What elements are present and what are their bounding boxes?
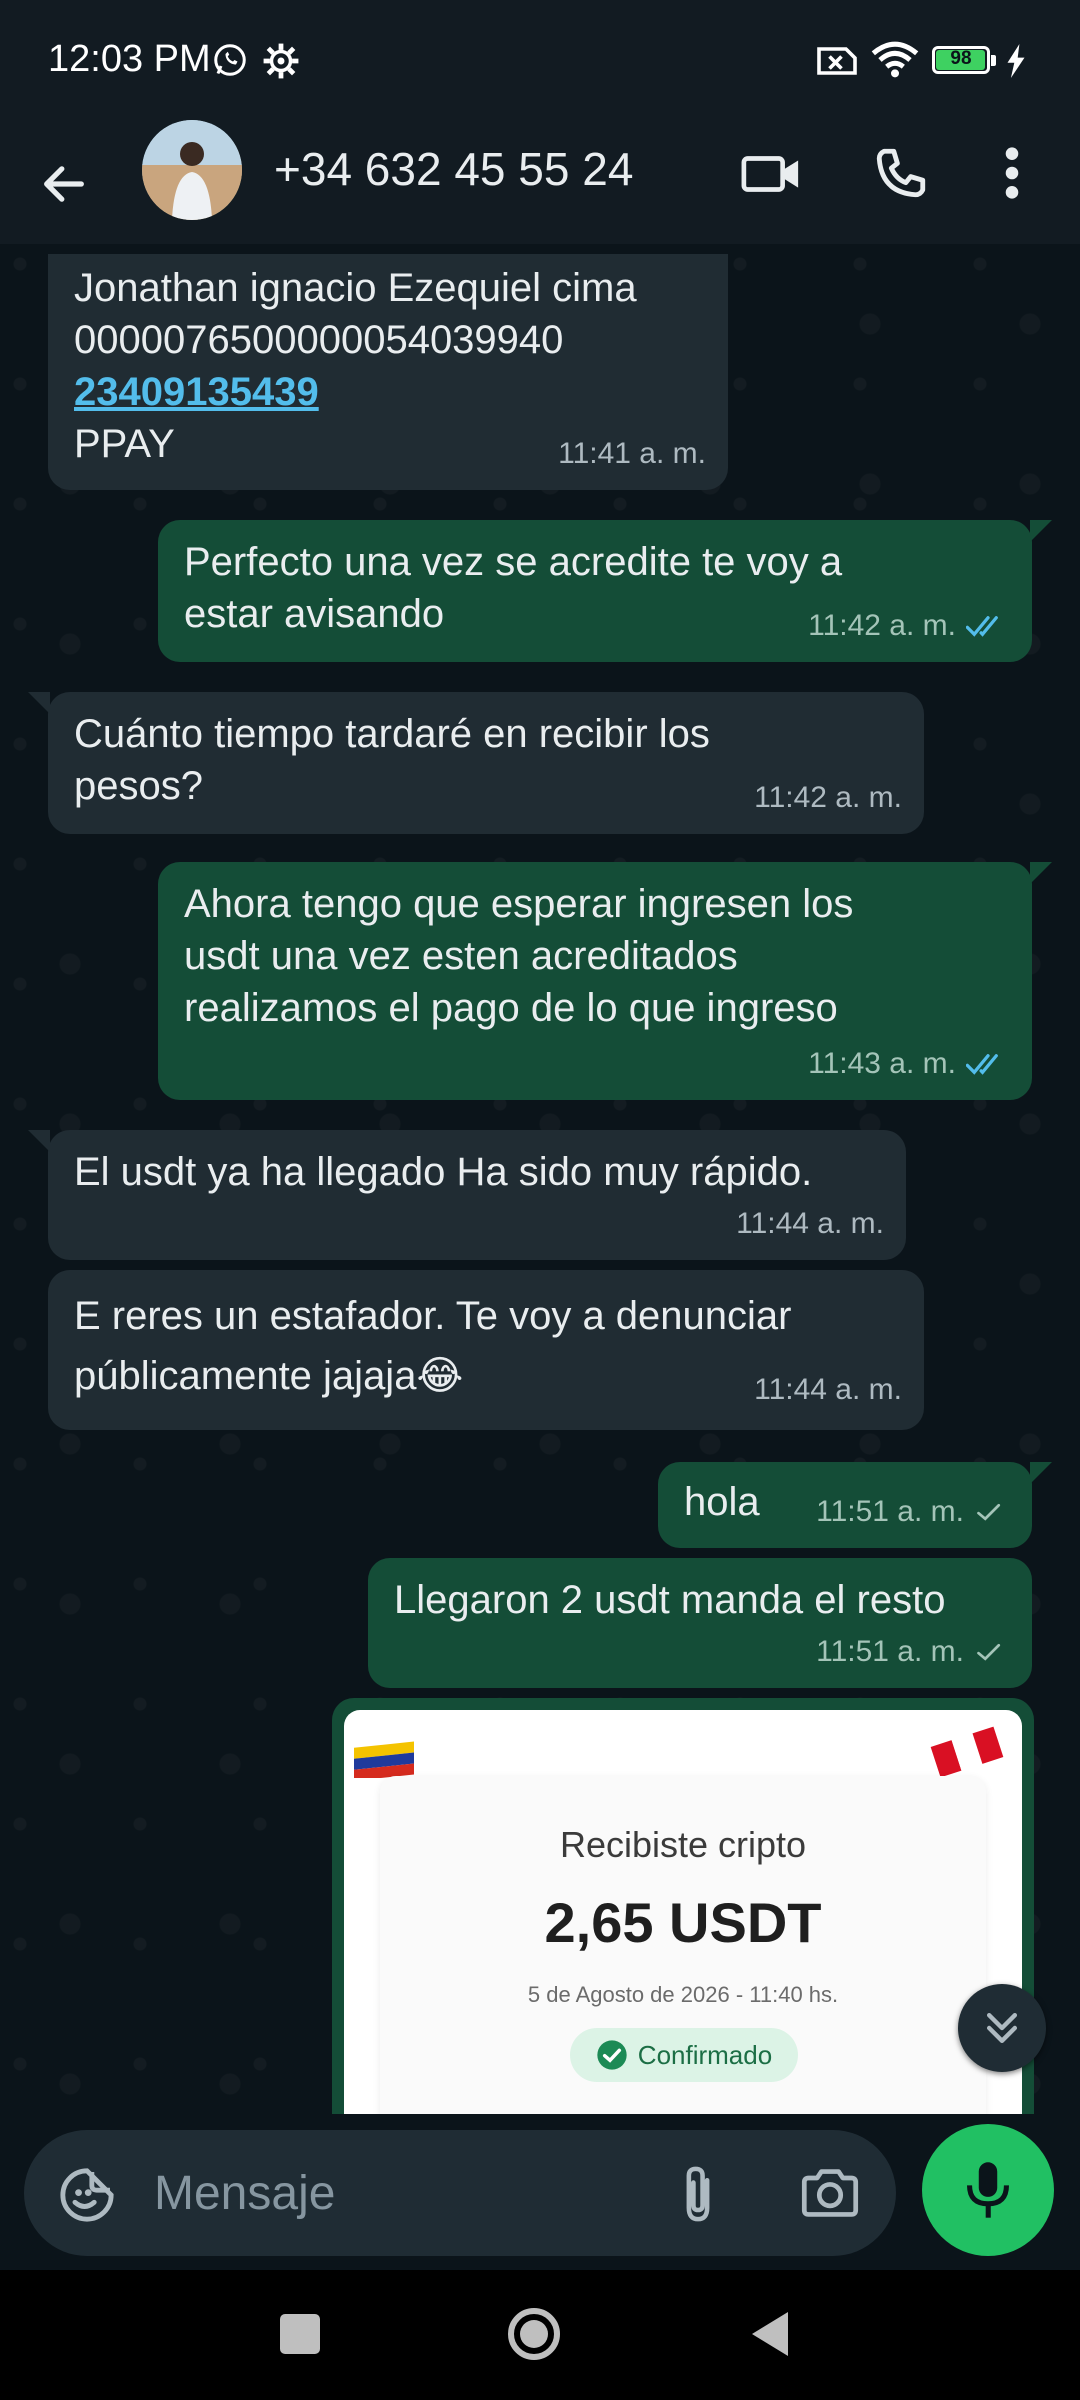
receipt-image[interactable]: Recibiste cripto 2,65 USDT 5 de Agosto d… <box>344 1710 1022 2114</box>
message-text: 0000076500000054039940 <box>74 318 564 362</box>
message-outgoing[interactable]: Llegaron 2 usdt manda el resto 11:51 a. … <box>368 1558 1032 1688</box>
venezuela-flag-icon <box>354 1741 414 1778</box>
chat-header: +34 632 45 55 24 <box>0 120 1080 244</box>
message-text: Jonathan ignacio Ezequiel cima <box>74 266 637 310</box>
more-vert-icon[interactable] <box>1002 144 1022 202</box>
message-text: Perfecto una vez se acredite te voy a es… <box>184 540 843 636</box>
phone-icon[interactable] <box>872 144 930 202</box>
message-outgoing[interactable]: Perfecto una vez se acredite te voy a es… <box>158 520 1032 662</box>
whatsapp-icon <box>214 44 246 76</box>
double-check-icon <box>966 1054 998 1075</box>
message-text: Ahora tengo que esperar ingresen los usd… <box>184 882 854 1030</box>
message-link[interactable]: 23409135439 <box>74 370 319 414</box>
attach-icon[interactable] <box>676 2162 720 2226</box>
bubble-tail <box>28 692 50 714</box>
status-badge: Confirmado <box>570 2028 798 2082</box>
camera-icon[interactable] <box>800 2166 860 2220</box>
status-badge-label: Confirmado <box>637 2039 773 2070</box>
avatar[interactable] <box>142 120 242 220</box>
message-time: 11:42 a. m. <box>808 609 956 642</box>
wifi-icon <box>871 41 919 78</box>
message-meta: 11:51 a. m. <box>816 1626 1010 1678</box>
gear-icon <box>263 43 299 79</box>
battery-level: 98 <box>950 48 972 69</box>
message-time: 11:42 a. m. <box>754 781 902 814</box>
bubble-tail <box>1030 862 1052 884</box>
message-meta: 11:42 a. m. <box>808 600 1010 652</box>
message-meta: 11:51 a. m. <box>816 1486 1010 1538</box>
message-text: El usdt ya ha llegado Ha sido muy rápido… <box>74 1150 813 1194</box>
contact-name[interactable]: +34 632 45 55 24 <box>274 142 633 196</box>
receipt-title: Recibiste cripto <box>559 1824 807 1865</box>
bubble-tail <box>1030 1462 1052 1484</box>
message-incoming[interactable]: El usdt ya ha llegado Ha sido muy rápido… <box>48 1130 906 1260</box>
bubble-tail <box>1030 520 1052 542</box>
scroll-down-button[interactable] <box>958 1984 1046 2072</box>
message-time: 11:51 a. m. <box>816 1635 964 1668</box>
bubble-tail <box>28 1130 50 1152</box>
check-icon <box>977 1643 1001 1661</box>
home-button[interactable] <box>506 2306 562 2362</box>
message-outgoing[interactable]: Ahora tengo que esperar ingresen los usd… <box>158 862 1032 1100</box>
double-check-icon <box>966 616 998 637</box>
receipt-amount: 2,65 USDT <box>544 1891 822 1954</box>
message-time: 11:41 a. m. <box>558 437 706 470</box>
message-text: E reres un estafador. Te voy a denunciar… <box>74 1294 792 1398</box>
mic-icon <box>967 2162 1009 2218</box>
video-call-icon[interactable] <box>740 146 802 202</box>
receipt-date: 5 de Agosto de 2026 - 11:40 hs. <box>527 1982 839 2007</box>
message-input-container[interactable]: Mensaje <box>24 2130 896 2256</box>
image-message[interactable]: Recibiste cripto 2,65 USDT 5 de Agosto d… <box>332 1698 1034 2114</box>
scroll-down-icon <box>986 2012 1018 2044</box>
charging-icon <box>1007 44 1025 78</box>
battery-icon: 98 <box>932 46 996 76</box>
status-time: 12:03 PM <box>48 38 211 80</box>
back-button[interactable] <box>748 2310 792 2358</box>
emoji-icon[interactable] <box>58 2166 116 2224</box>
sim-icon <box>817 47 857 75</box>
check-icon <box>977 1503 1001 1521</box>
composer-bar: Mensaje <box>0 2114 1080 2270</box>
message-time: 11:43 a. m. <box>808 1047 956 1080</box>
message-meta: 11:43 a. m. <box>808 1038 1010 1090</box>
check-circle-icon <box>597 2040 627 2070</box>
message-text: Cuánto tiempo tardaré en recibir los pes… <box>74 712 710 808</box>
message-outgoing[interactable]: hola 11:51 a. m. <box>658 1462 1032 1548</box>
message-incoming[interactable]: E reres un estafador. Te voy a denunciar… <box>48 1270 924 1430</box>
message-incoming[interactable]: Cuánto tiempo tardaré en recibir los pes… <box>48 692 924 834</box>
voice-message-button[interactable] <box>922 2124 1054 2256</box>
system-nav-bar <box>0 2270 1080 2400</box>
chat-area[interactable]: Jonathan ignacio Ezequiel cima 000007650… <box>0 244 1080 2114</box>
recents-button[interactable] <box>280 2314 320 2354</box>
avatar-photo <box>142 120 242 220</box>
status-bar: 12:03 PM 98 <box>0 0 1080 120</box>
message-text: Llegaron 2 usdt manda el resto <box>394 1578 946 1622</box>
message-incoming[interactable]: Jonathan ignacio Ezequiel cima 000007650… <box>48 254 728 490</box>
back-arrow-icon[interactable] <box>38 158 90 210</box>
message-input[interactable]: Mensaje <box>154 2166 335 2221</box>
message-time: 11:51 a. m. <box>816 1495 964 1528</box>
peru-flag-icon <box>930 1726 1004 1778</box>
message-time: 11:44 a. m. <box>754 1373 902 1406</box>
message-time: 11:44 a. m. <box>736 1207 884 1240</box>
